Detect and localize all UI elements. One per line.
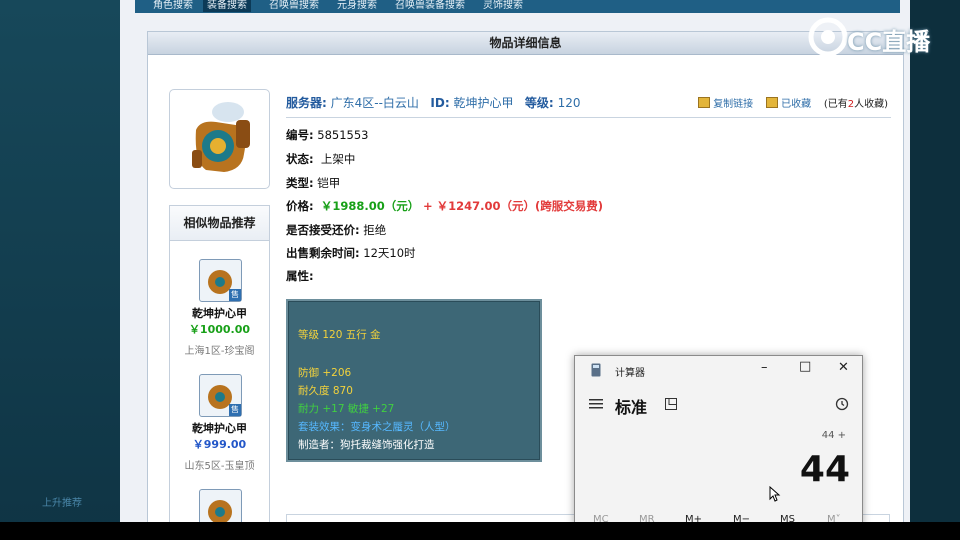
- watermark-text: CC直播: [847, 28, 931, 56]
- field-code: 编号: 5851553: [286, 127, 368, 143]
- similar-item-name[interactable]: 乾坤护心甲: [170, 305, 269, 321]
- sale-badge: 售: [229, 404, 241, 416]
- status-value: 上架中: [320, 152, 356, 166]
- sale-badge: 售: [229, 289, 241, 301]
- price-extra: + ￥1247.00（元）(跨服交易费): [422, 199, 603, 213]
- field-remaining: 出售剩余时间: 12天10时: [286, 245, 416, 261]
- nav-yuanshen-search[interactable]: 元身搜索: [337, 0, 377, 12]
- similar-item-price: ￥999.00: [192, 438, 247, 451]
- maximize-icon[interactable]: □: [799, 359, 811, 374]
- remaining-value: 12天10时: [363, 246, 416, 260]
- stat-line-1: 等级 120 五行 金: [298, 329, 381, 341]
- field-bargain: 是否接受还价: 拒绝: [286, 222, 386, 238]
- id-value: 乾坤护心甲: [453, 96, 514, 110]
- type-label: 类型:: [286, 176, 314, 190]
- keep-on-top-icon[interactable]: [665, 398, 677, 410]
- minimize-icon[interactable]: –: [761, 360, 768, 375]
- similar-item-image[interactable]: 售: [199, 259, 242, 302]
- bottom-black-bar: [0, 522, 960, 540]
- hamburger-menu-icon[interactable]: [589, 399, 603, 409]
- similar-items: 相似物品推荐 售 乾坤护心甲 ￥1000.00 上海1区-珍宝阁 售 乾坤护心甲…: [169, 205, 270, 522]
- id-label: ID:: [430, 96, 450, 110]
- armor-icon: [192, 102, 250, 172]
- item-image: [169, 89, 270, 189]
- level-value: 120: [557, 96, 581, 110]
- nav-summon-equip-search[interactable]: 召唤兽装备搜索: [395, 0, 465, 12]
- nav-lingshi-search[interactable]: 灵饰搜索: [483, 0, 523, 12]
- history-icon[interactable]: [835, 397, 849, 411]
- fav-suffix: 人收藏): [854, 99, 888, 110]
- field-attr: 属性:: [286, 268, 314, 284]
- similar-item-server: 上海1区-珍宝阁: [184, 346, 255, 357]
- price-label: 价格:: [286, 199, 314, 213]
- calculator-app-icon: [591, 363, 601, 377]
- nav-summon-search[interactable]: 召唤兽搜索: [269, 0, 319, 12]
- cc-live-logo-icon: [808, 17, 848, 57]
- similar-item-image[interactable]: [199, 489, 242, 522]
- cc-live-watermark: CC直播: [805, 12, 955, 64]
- field-status: 状态: 上架中: [286, 151, 355, 167]
- calculator-mode: 标准: [615, 398, 648, 417]
- field-price: 价格: ￥1988.00（元） + ￥1247.00（元）(跨服交易费): [286, 198, 603, 214]
- price-value: ￥1988.00（元）: [320, 199, 420, 213]
- server-value: 广东4区--白云山: [330, 96, 419, 110]
- status-label: 状态:: [286, 152, 314, 166]
- similar-item-server: 山东5区-玉皇顶: [184, 461, 255, 472]
- bargain-value: 拒绝: [363, 223, 387, 237]
- bargain-label: 是否接受还价:: [286, 223, 360, 237]
- fav-prefix: (已有: [823, 99, 848, 110]
- left-faint-text: 上升推荐: [42, 498, 82, 509]
- server-label: 服务器:: [286, 96, 327, 110]
- calculator-title: 计算器: [615, 368, 645, 379]
- calculator-display: 44: [799, 449, 850, 490]
- stat-line-3: 耐久度 870: [298, 385, 353, 397]
- code-label: 编号:: [286, 128, 314, 142]
- left-background: 上升推荐: [0, 0, 120, 540]
- stat-line-5: 套装效果：变身术之蜃灵（人型）: [298, 421, 456, 433]
- similar-title: 相似物品推荐: [170, 206, 269, 241]
- similar-item-image[interactable]: 售: [199, 374, 242, 417]
- code-value: 5851553: [317, 128, 369, 142]
- similar-item-name[interactable]: 乾坤护心甲: [170, 420, 269, 436]
- level-label: 等级:: [524, 96, 554, 110]
- item-info-bar: 服务器: 广东4区--白云山 ID: 乾坤护心甲 等级: 120 复制链接 已收…: [286, 89, 891, 118]
- copy-link-icon: [698, 97, 710, 108]
- mouse-cursor-icon: [769, 486, 781, 502]
- stats-box: 等级 120 五行 金 防御 +206 耐久度 870 耐力 +17 敏捷 +2…: [286, 299, 542, 462]
- top-nav: 角色搜索 装备搜索 召唤兽搜索 元身搜索 召唤兽装备搜索 灵饰搜索: [135, 0, 900, 13]
- favorite-icon: [765, 97, 778, 108]
- nav-equip-search[interactable]: 装备搜索: [203, 0, 251, 12]
- calculator-expression: 44 +: [821, 430, 846, 441]
- similar-item-price: ￥1000.00: [188, 323, 251, 336]
- favorited-button[interactable]: 已收藏: [781, 99, 811, 110]
- attr-label: 属性:: [286, 269, 314, 283]
- panel-title: 物品详细信息: [148, 32, 903, 55]
- fav-count-text: (已有2人收藏): [824, 99, 888, 110]
- armor-icon: [208, 500, 232, 522]
- field-type: 类型: 铠甲: [286, 175, 340, 191]
- calculator-window[interactable]: 计算器 – □ ✕ 标准 44 + 44 MC MR M+ M− MS M˅: [574, 355, 863, 527]
- stat-line-4: 耐力 +17 敏捷 +27: [298, 403, 395, 415]
- stat-line-6: 制造者：狗托裁缝饰强化打造: [298, 439, 435, 451]
- stat-line-2: 防御 +206: [298, 367, 352, 379]
- nav-role-search[interactable]: 角色搜索: [153, 0, 193, 12]
- type-value: 铠甲: [317, 176, 341, 190]
- remaining-label: 出售剩余时间:: [286, 246, 360, 260]
- close-icon[interactable]: ✕: [838, 360, 849, 375]
- copy-link-button[interactable]: 复制链接: [713, 99, 753, 110]
